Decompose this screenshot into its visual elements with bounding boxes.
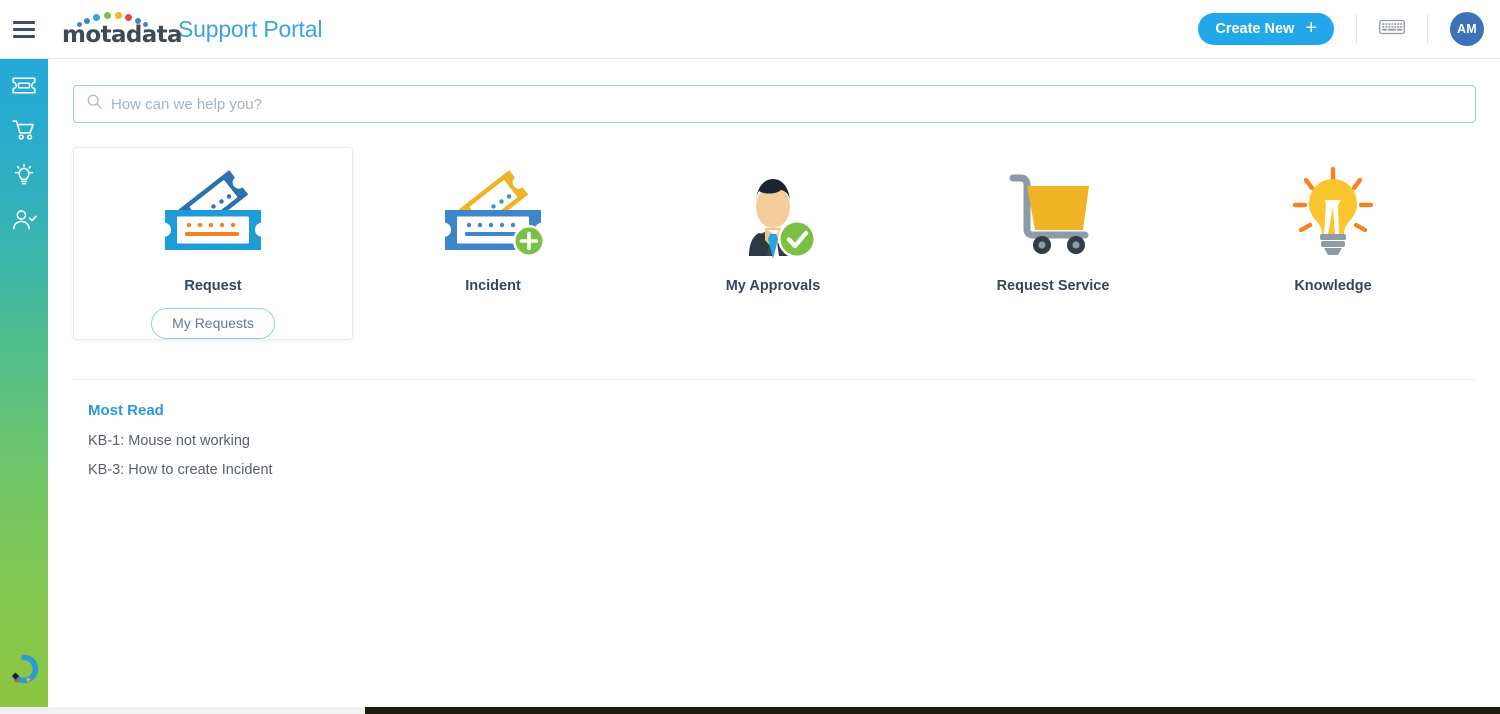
tile-label: Request Service	[996, 278, 1110, 294]
motadata-logo[interactable]: motadata	[62, 10, 183, 48]
top-header-bar: motadata Support Portal Create New + AM	[0, 0, 1500, 59]
header-divider	[1427, 14, 1428, 44]
search-input[interactable]	[111, 95, 1475, 113]
list-item[interactable]: KB-1: Mouse not working	[88, 433, 1475, 449]
sidebar-item-tickets[interactable]	[0, 65, 48, 110]
user-check-icon	[12, 209, 37, 236]
most-read-heading: Most Read	[88, 402, 164, 419]
plus-icon: +	[1305, 17, 1317, 39]
hamburger-bar	[13, 20, 35, 24]
incident-ticket-plus-icon	[418, 162, 568, 262]
avatar[interactable]: AM	[1450, 12, 1484, 46]
main-content: Request My Requests	[48, 59, 1500, 707]
create-new-label: Create New	[1215, 21, 1295, 37]
hamburger-menu-icon[interactable]	[0, 0, 48, 59]
tile-label: My Approvals	[725, 278, 821, 294]
tile-label: Knowledge	[1294, 278, 1372, 294]
left-sidebar	[0, 59, 48, 707]
create-new-button[interactable]: Create New +	[1198, 13, 1334, 45]
tile-label: Request	[184, 278, 242, 294]
shopping-cart-icon	[12, 119, 36, 146]
tile-request-service[interactable]: Request Service	[913, 147, 1193, 295]
logo-wordmark: motadata	[62, 22, 183, 48]
avatar-initials: AM	[1456, 22, 1478, 36]
lightbulb-idea-icon	[1258, 162, 1408, 262]
tile-my-approvals[interactable]: My Approvals	[633, 147, 913, 295]
lightbulb-icon	[12, 163, 36, 192]
search-row	[48, 59, 1500, 123]
tile-incident[interactable]: Incident	[353, 147, 633, 295]
page-title: Support Portal	[178, 15, 323, 42]
shopping-cart-icon	[978, 162, 1128, 262]
search-box[interactable]	[73, 85, 1476, 123]
tile-request[interactable]: Request My Requests	[73, 147, 353, 340]
sidebar-item-service-catalog[interactable]	[0, 110, 48, 155]
tile-knowledge[interactable]: Knowledge	[1193, 147, 1473, 295]
hamburger-bar	[13, 34, 35, 38]
brand-area[interactable]: motadata Support Portal	[62, 10, 322, 48]
tile-label: Incident	[465, 278, 521, 294]
hamburger-bar	[13, 27, 35, 31]
my-requests-button[interactable]: My Requests	[151, 308, 275, 339]
ticket-icon	[12, 76, 36, 99]
motadata-circle-logo-icon[interactable]	[0, 653, 48, 685]
header-divider	[1356, 14, 1357, 44]
header-actions: Create New + AM	[1198, 0, 1500, 59]
keyboard-icon[interactable]	[1379, 18, 1405, 41]
most-read-section: Most Read KB-1: Mouse not working KB-3: …	[48, 380, 1500, 478]
list-item[interactable]: KB-3: How to create Incident	[88, 462, 1475, 478]
sidebar-item-knowledge[interactable]	[0, 155, 48, 200]
sidebar-item-approvals[interactable]	[0, 200, 48, 245]
scrollbar-thumb[interactable]	[365, 707, 1500, 714]
search-icon	[87, 94, 102, 114]
quick-action-tiles: Request My Requests Incident My Approval…	[48, 123, 1500, 340]
horizontal-scrollbar[interactable]	[0, 707, 1500, 714]
user-approval-check-icon	[698, 162, 848, 262]
request-tickets-icon	[138, 162, 288, 262]
